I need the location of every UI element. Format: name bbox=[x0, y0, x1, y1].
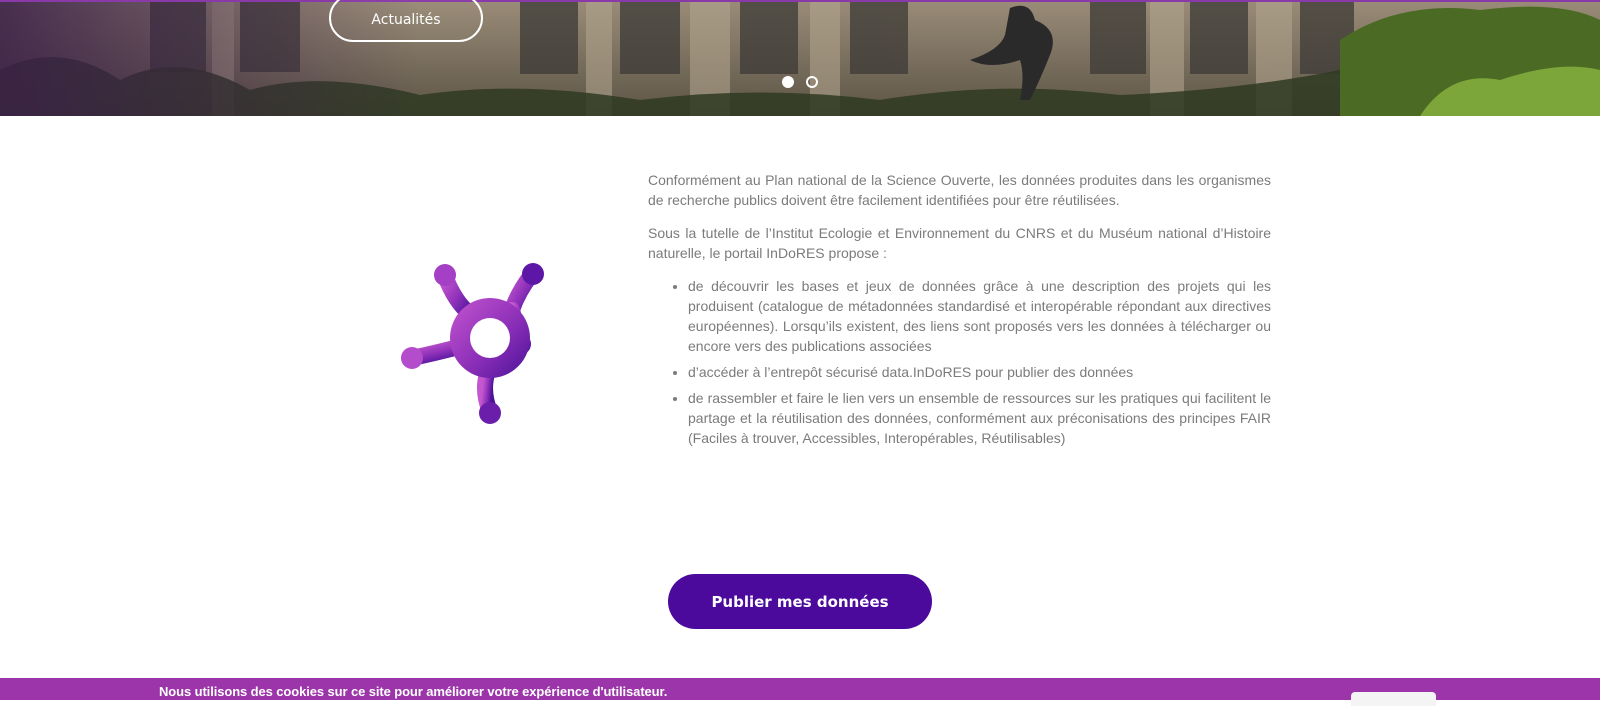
publish-data-button[interactable]: Publier mes données bbox=[668, 574, 932, 629]
feature-item-warehouse: d’accéder à l’entrepôt sécurisé data.InD… bbox=[688, 362, 1271, 382]
intro-text: Conformément au Plan national de la Scie… bbox=[648, 170, 1271, 454]
feature-item-discover: de découvrir les bases et jeux de donnée… bbox=[688, 276, 1271, 356]
hero-top-border bbox=[0, 0, 1600, 2]
feature-item-resources: de rassembler et faire le lien vers un e… bbox=[688, 388, 1271, 448]
carousel-dot-1[interactable] bbox=[782, 76, 794, 88]
cookie-banner: Nous utilisons des cookies sur ce site p… bbox=[0, 678, 1600, 706]
intro-paragraph-2: Sous la tutelle de l’Institut Ecologie e… bbox=[648, 225, 1271, 261]
cookie-message: Nous utilisons des cookies sur ce site p… bbox=[159, 684, 668, 699]
intro-paragraph-1: Conformément au Plan national de la Scie… bbox=[648, 172, 1271, 208]
indores-logo-icon bbox=[401, 263, 544, 424]
cookie-accept-button[interactable] bbox=[1351, 692, 1436, 706]
features-list: de découvrir les bases et jeux de donnée… bbox=[648, 276, 1271, 448]
hero-banner: Actualités bbox=[0, 0, 1600, 116]
news-button[interactable]: Actualités bbox=[329, 0, 483, 42]
hero-background-image bbox=[0, 0, 1600, 116]
carousel-dot-2[interactable] bbox=[806, 76, 818, 88]
